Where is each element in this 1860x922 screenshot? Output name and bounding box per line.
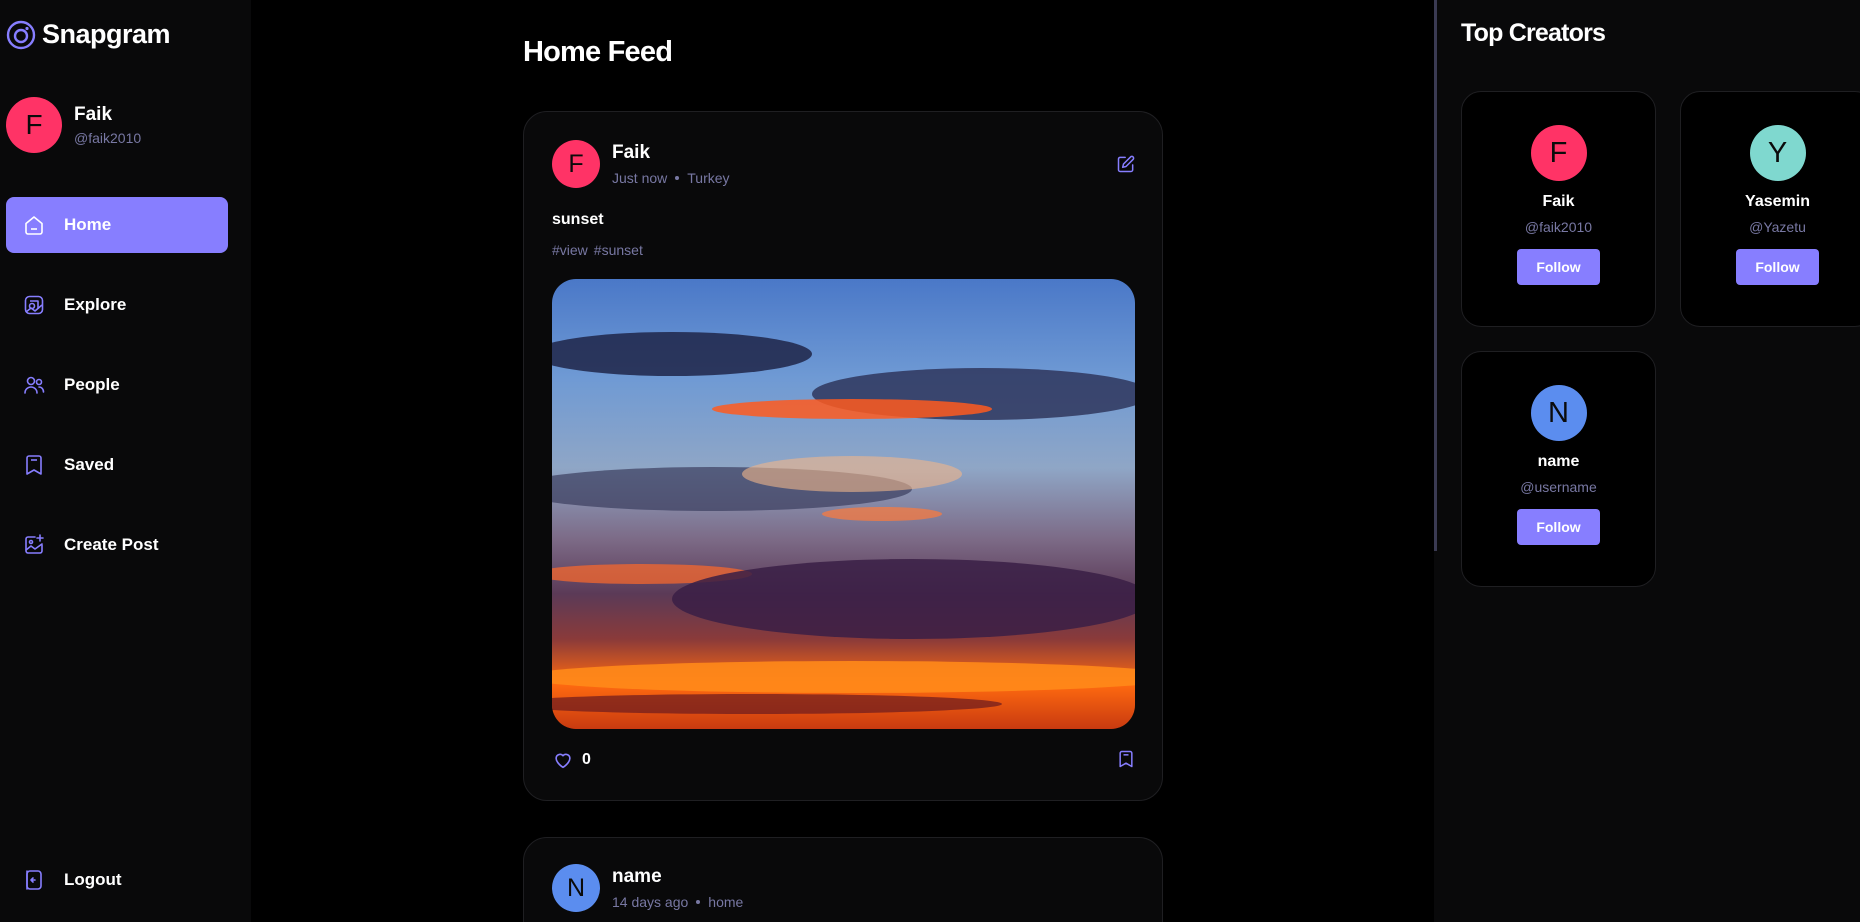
creator-card[interactable]: F Faik @faik2010 Follow	[1461, 91, 1656, 327]
user-profile[interactable]: F Faik @faik2010	[6, 97, 141, 153]
post-image[interactable]	[552, 279, 1135, 729]
post-author[interactable]: Faik	[612, 142, 730, 164]
post-header: F Faik Just now Turkey	[552, 140, 730, 188]
profile-name: Faik	[74, 104, 113, 125]
creator-name: Faik	[1542, 193, 1575, 210]
app-name: Snapgram	[42, 19, 171, 49]
like-button[interactable]: 0	[552, 749, 591, 771]
creator-name: name	[1537, 453, 1580, 470]
creator-handle: @username	[1520, 479, 1597, 495]
separator-dot	[675, 176, 680, 180]
avatar-initial: F	[1549, 136, 1568, 169]
post-card: N name 14 days ago home	[523, 837, 1163, 922]
sidebar-item-label: Home	[64, 215, 112, 234]
sidebar-item-explore[interactable]: Explore	[6, 277, 228, 333]
creator-card[interactable]: N name @username Follow	[1461, 351, 1656, 587]
avatar: N	[1530, 385, 1587, 441]
logout-label: Logout	[64, 870, 122, 889]
post-tag[interactable]: #view	[552, 242, 588, 258]
follow-button[interactable]: Follow	[1736, 249, 1819, 285]
post-author[interactable]: name	[612, 866, 743, 888]
post-location: Turkey	[687, 170, 730, 186]
post-tag[interactable]: #sunset	[594, 242, 643, 258]
create-post-icon	[22, 533, 46, 557]
separator-dot	[696, 900, 701, 904]
avatar: Y	[1749, 125, 1806, 181]
avatar[interactable]: F	[552, 140, 600, 188]
sidebar-item-label: Explore	[64, 295, 127, 314]
home-icon	[22, 213, 46, 237]
post-tags: #view #sunset	[552, 242, 643, 258]
follow-button[interactable]: Follow	[1517, 509, 1600, 545]
sidebar-item-label: Saved	[64, 455, 115, 474]
post-location: home	[708, 894, 744, 910]
avatar-initial: F	[568, 149, 584, 178]
edit-post-button[interactable]	[1116, 154, 1136, 179]
sidebar-item-create-post[interactable]: Create Post	[6, 517, 228, 573]
page-title: Home Feed	[523, 36, 673, 68]
post-time: 14 days ago	[612, 894, 689, 910]
sidebar-item-people[interactable]: People	[6, 357, 228, 413]
sidebar-item-label: Create Post	[64, 535, 159, 554]
creator-handle: @Yazetu	[1749, 219, 1806, 235]
post-card: F Faik Just now Turkey sunset #view #sun…	[523, 111, 1163, 801]
creator-card[interactable]: Y Yasemin @Yazetu Follow	[1680, 91, 1860, 327]
sidebar-item-label: People	[64, 375, 120, 394]
left-sidebar: Snapgram F Faik @faik2010 Home Explore P…	[0, 0, 251, 922]
heart-icon	[552, 749, 574, 771]
post-time: Just now	[612, 170, 668, 186]
save-post-button[interactable]	[1116, 749, 1136, 774]
avatar: F	[1530, 125, 1587, 181]
avatar-initial: F	[25, 109, 43, 140]
creator-handle: @faik2010	[1524, 219, 1593, 235]
scrollbar[interactable]	[1434, 0, 1437, 551]
like-count: 0	[582, 751, 591, 768]
post-header: N name 14 days ago home	[552, 864, 743, 912]
explore-icon	[22, 293, 46, 317]
edit-icon	[1116, 154, 1136, 174]
sidebar-item-saved[interactable]: Saved	[6, 437, 228, 493]
logout-button[interactable]: Logout	[6, 852, 122, 908]
top-creators-title: Top Creators	[1461, 19, 1606, 47]
follow-button[interactable]: Follow	[1517, 249, 1600, 285]
people-icon	[22, 373, 46, 397]
sidebar-nav: Home Explore People Saved Create Post	[6, 197, 228, 597]
avatar-initial: N	[566, 873, 586, 902]
app-logo[interactable]: Snapgram	[6, 19, 171, 50]
bookmark-icon	[1116, 749, 1136, 769]
avatar[interactable]: N	[552, 864, 600, 912]
snapgram-logo-icon	[6, 20, 36, 50]
creator-name: Yasemin	[1745, 193, 1810, 210]
profile-handle: @faik2010	[74, 130, 142, 146]
post-meta: 14 days ago home	[612, 894, 743, 910]
logout-icon	[22, 868, 46, 892]
post-caption: sunset	[552, 211, 604, 228]
avatar-initial: Y	[1767, 136, 1788, 169]
bookmark-icon	[22, 453, 46, 477]
avatar: F	[6, 97, 62, 153]
post-meta: Just now Turkey	[612, 170, 730, 186]
sidebar-item-home[interactable]: Home	[6, 197, 228, 253]
avatar-initial: N	[1548, 396, 1569, 429]
